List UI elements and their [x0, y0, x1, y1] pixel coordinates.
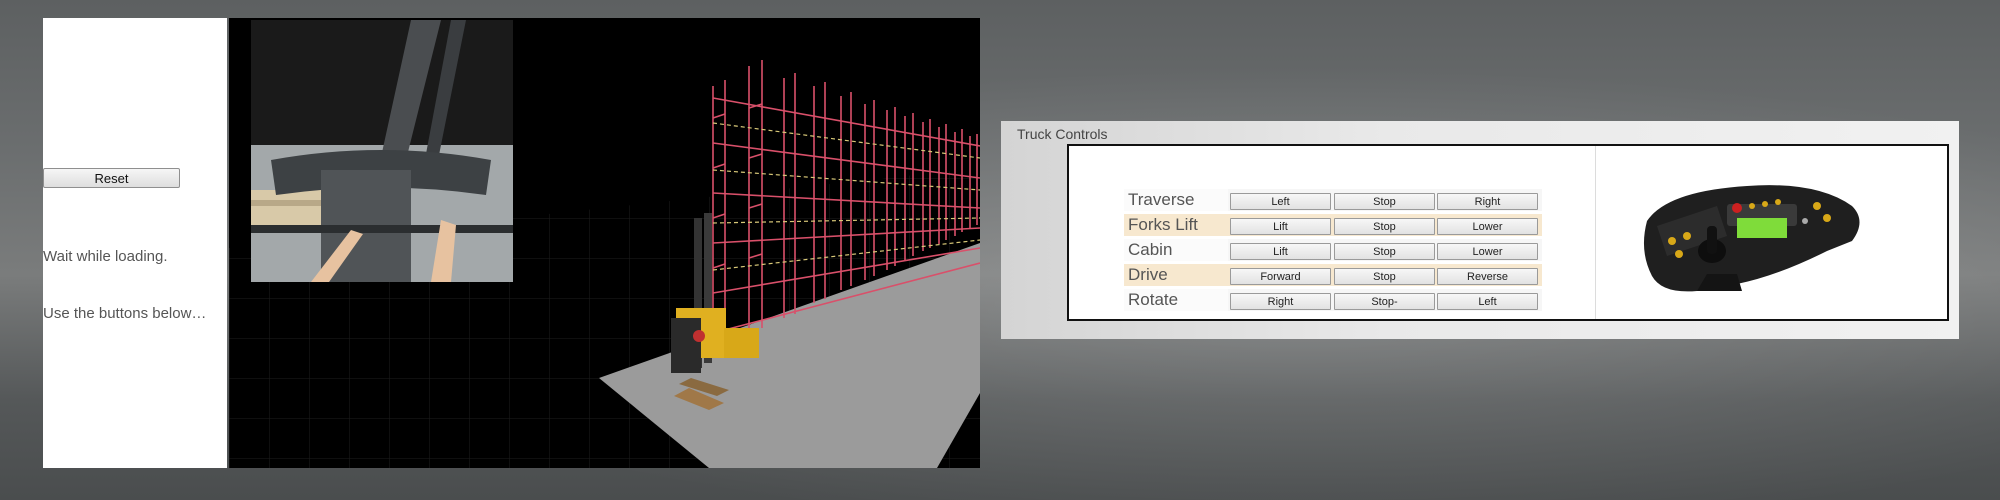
traverse-right-button[interactable]: Right [1437, 193, 1538, 210]
loading-status: Wait while loading. [43, 248, 168, 265]
row-label: Cabin [1124, 239, 1228, 261]
row-label: Traverse [1124, 189, 1228, 211]
cabin-lower-button[interactable]: Lower [1437, 243, 1538, 260]
panel-title: Truck Controls [1017, 126, 1108, 142]
row-label: Forks Lift [1124, 214, 1228, 236]
traverse-stop-button[interactable]: Stop [1334, 193, 1435, 210]
truck-controls-panel: Truck Controls Traverse Left Stop Right … [1001, 121, 1959, 339]
row-label: Drive [1124, 264, 1228, 286]
control-row-traverse: Traverse Left Stop Right [1124, 188, 1542, 213]
cabin-stop-button[interactable]: Stop [1334, 243, 1435, 260]
cabin-lift-button[interactable]: Lift [1230, 243, 1331, 260]
rotate-left-button[interactable]: Left [1437, 293, 1538, 310]
control-row-cabin: Cabin Lift Stop Lower [1124, 238, 1542, 263]
drive-forward-button[interactable]: Forward [1230, 268, 1331, 285]
row-label: Rotate [1124, 289, 1228, 311]
rotate-right-button[interactable]: Right [1230, 293, 1331, 310]
cab-camera-inset [251, 20, 513, 282]
usage-hint: Use the buttons below… [43, 305, 207, 322]
forks-lower-button[interactable]: Lower [1437, 218, 1538, 235]
drive-stop-button[interactable]: Stop [1334, 268, 1435, 285]
frame-divider [1595, 146, 1596, 319]
cab-view [251, 20, 513, 282]
forks-lift-button[interactable]: Lift [1230, 218, 1331, 235]
3d-viewport[interactable] [229, 18, 980, 468]
joystick-controller-icon [1643, 185, 1860, 292]
forks-stop-button[interactable]: Stop [1334, 218, 1435, 235]
traverse-left-button[interactable]: Left [1230, 193, 1331, 210]
controls-table: Traverse Left Stop Right Forks Lift Lift… [1124, 188, 1542, 313]
control-row-drive: Drive Forward Stop Reverse [1124, 263, 1542, 288]
reset-button[interactable]: Reset [43, 168, 180, 188]
sidebar: Reset Wait while loading. Use the button… [43, 18, 227, 468]
control-row-rotate: Rotate Right Stop- Left [1124, 288, 1542, 313]
control-row-forks-lift: Forks Lift Lift Stop Lower [1124, 213, 1542, 238]
rotate-stop-button[interactable]: Stop- [1334, 293, 1435, 310]
controls-frame: Traverse Left Stop Right Forks Lift Lift… [1067, 144, 1949, 321]
drive-reverse-button[interactable]: Reverse [1437, 268, 1538, 285]
